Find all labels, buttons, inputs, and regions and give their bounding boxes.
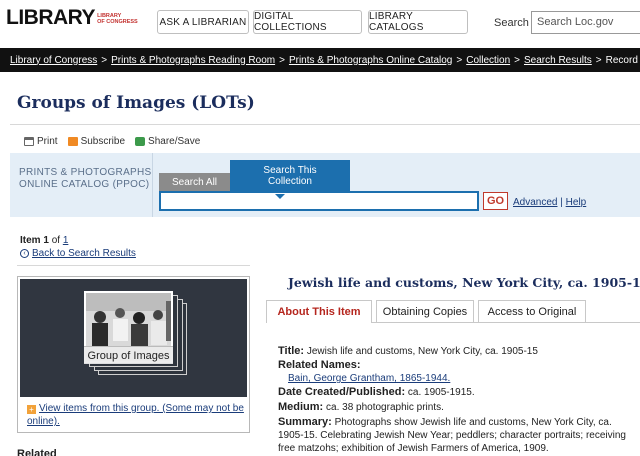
breadcrumb-link-collection[interactable]: Collection (466, 55, 510, 66)
field-date-label: Date Created/Published: (278, 386, 406, 398)
active-tab-caret-icon (275, 194, 285, 199)
results-divider (17, 265, 250, 266)
tab-access-to-original[interactable]: Access to Original (478, 300, 586, 322)
view-items-link[interactable]: + View items from this group. (Some may n… (27, 402, 245, 428)
breadcrumb-separator: > (514, 54, 520, 66)
search-input[interactable]: Search Loc.gov (531, 11, 640, 34)
tab-obtaining-copies[interactable]: Obtaining Copies (376, 300, 474, 322)
breadcrumb-separator: > (101, 54, 108, 66)
breadcrumb-separator: > (456, 54, 463, 66)
site-header: LIBRARY LIBRARY OF CONGRESS ASK A LIBRAR… (0, 0, 640, 46)
field-title-value: Jewish life and customs, New York City, … (306, 346, 538, 357)
ask-a-librarian-button[interactable]: ASK A LIBRARIAN (157, 10, 249, 34)
tab-search-all[interactable]: Search All (159, 173, 230, 191)
field-medium-value: ca. 38 photographic prints. (326, 402, 444, 413)
digital-collections-button[interactable]: DIGITAL COLLECTIONS (253, 10, 362, 34)
breadcrumb-separator: > (279, 54, 285, 66)
go-button[interactable]: GO (483, 192, 508, 210)
view-items-label: View items from this group. (Some may no… (27, 403, 244, 427)
back-to-search-results-link[interactable]: ‹ Back to Search Results (20, 248, 136, 259)
search-label: Search (494, 17, 529, 29)
tab-search-this-collection[interactable]: Search This Collection (230, 160, 350, 191)
breadcrumb-link-online-catalog[interactable]: Prints & Photographs Online Catalog (289, 55, 452, 66)
group-of-images-label: Group of Images (84, 346, 173, 364)
related-heading: Related (17, 448, 57, 456)
breadcrumb-current: Record (605, 54, 638, 66)
help-link[interactable]: Help (566, 197, 587, 208)
field-medium: Medium: ca. 38 photographic prints. (278, 401, 638, 414)
breadcrumb-link-loc[interactable]: Library of Congress (10, 55, 97, 66)
field-title: Title: Jewish life and customs, New York… (278, 345, 638, 358)
tab-about-this-item[interactable]: About This Item (266, 300, 372, 322)
printer-icon (24, 137, 34, 146)
field-title-label: Title: (278, 345, 305, 357)
field-related-names: Related Names: (278, 359, 638, 372)
link-separator: | (560, 197, 563, 208)
logo-subtitle: LIBRARY OF CONGRESS (97, 13, 138, 25)
field-medium-label: Medium: (278, 401, 324, 413)
field-date-value: ca. 1905-1915. (407, 387, 475, 398)
search-help-links: Advanced | Help (513, 197, 586, 208)
title-divider (10, 124, 640, 125)
library-catalogs-button[interactable]: LIBRARY CATALOGS (368, 10, 468, 34)
field-summary: Summary: Photographs show Jewish life an… (278, 416, 638, 455)
record-title: Jewish life and customs, New York City, … (288, 275, 640, 290)
related-name-link[interactable]: Bain, George Grantham, 1865-1944. (288, 373, 450, 384)
share-label: Share/Save (148, 136, 201, 147)
share-icon (135, 137, 146, 146)
back-arrow-icon: ‹ (20, 249, 29, 258)
logo-wordmark: LIBRARY (6, 6, 96, 29)
subscribe-link[interactable]: Subscribe (67, 136, 126, 147)
subscribe-label: Subscribe (80, 136, 126, 147)
field-related-label: Related Names: (278, 359, 361, 371)
share-link[interactable]: Share/Save (135, 136, 200, 147)
print-label: Print (37, 136, 58, 147)
ppoc-divider (152, 153, 153, 217)
advanced-search-link[interactable]: Advanced (513, 197, 557, 208)
share-tools: Print Subscribe Share/Save (24, 136, 200, 147)
plus-icon: + (27, 405, 36, 414)
field-date: Date Created/Published: ca. 1905-1915. (278, 386, 638, 399)
breadcrumb-link-reading-room[interactable]: Prints & Photographs Reading Room (111, 55, 275, 66)
page-title: Groups of Images (LOTs) (17, 93, 255, 113)
breadcrumb-link-search-results[interactable]: Search Results (524, 55, 592, 66)
library-logo[interactable]: LIBRARY LIBRARY OF CONGRESS (6, 6, 138, 29)
ppoc-search-input[interactable] (159, 191, 479, 211)
back-link-label: Back to Search Results (32, 248, 136, 259)
breadcrumb-separator: > (595, 54, 602, 66)
breadcrumb: Library of Congress > Prints & Photograp… (0, 48, 640, 72)
field-related-value: Bain, George Grantham, 1865-1944. (288, 372, 640, 385)
print-link[interactable]: Print (24, 136, 58, 147)
ppoc-label: PRINTS & PHOTOGRAPHS ONLINE CATALOG (PPO… (19, 167, 152, 190)
active-tab-gap (267, 322, 371, 323)
item-count: Item 1 of 1 (20, 235, 69, 246)
rss-icon (67, 137, 78, 146)
field-summary-label: Summary: (278, 416, 332, 428)
